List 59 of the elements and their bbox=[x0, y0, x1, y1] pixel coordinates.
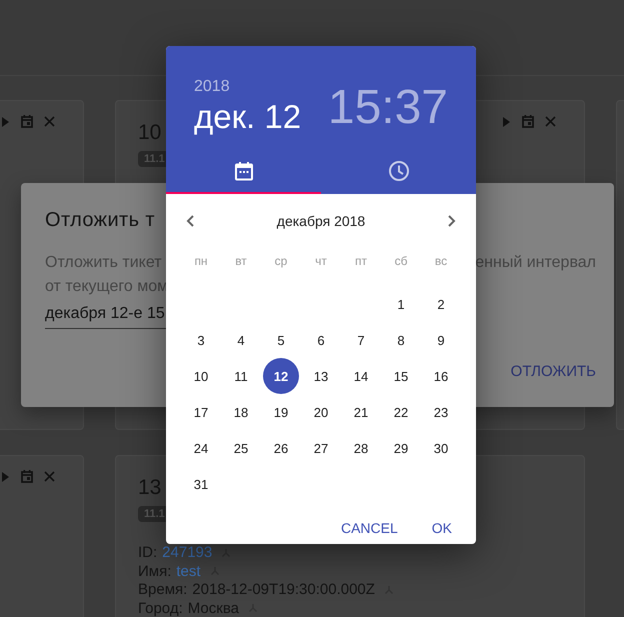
calendar-icon[interactable] bbox=[21, 115, 33, 128]
calendar-day[interactable]: 21 bbox=[343, 394, 379, 430]
calendar-day[interactable]: 14 bbox=[343, 358, 379, 394]
calendar-icon[interactable] bbox=[21, 470, 33, 483]
calendar-icon bbox=[234, 161, 254, 181]
date-label[interactable]: дек. 12 bbox=[194, 98, 302, 136]
calendar-day[interactable]: 30 bbox=[423, 430, 459, 466]
calendar-day[interactable]: 15 bbox=[383, 358, 419, 394]
calendar-day[interactable]: 1 bbox=[383, 286, 419, 322]
calendar-day[interactable]: 31 bbox=[183, 466, 219, 502]
calendar-day[interactable]: 27 bbox=[303, 430, 339, 466]
play-icon[interactable] bbox=[1, 116, 10, 126]
chevron-right-icon[interactable] bbox=[448, 215, 456, 227]
calendar-day[interactable]: 6 bbox=[303, 322, 339, 358]
calendar-day[interactable]: 20 bbox=[303, 394, 339, 430]
calendar-day[interactable]: 18 bbox=[223, 394, 259, 430]
calendar-day[interactable]: 23 bbox=[423, 394, 459, 430]
calendar-day[interactable]: 25 bbox=[223, 430, 259, 466]
calendar-icon[interactable] bbox=[522, 115, 534, 128]
play-icon[interactable] bbox=[502, 116, 511, 126]
calendar-day[interactable]: 29 bbox=[383, 430, 419, 466]
calendar-day[interactable]: 17 bbox=[183, 394, 219, 430]
calendar-day[interactable]: 16 bbox=[423, 358, 459, 394]
year-label[interactable]: 2018 bbox=[194, 78, 302, 96]
calendar-day[interactable]: 24 bbox=[183, 430, 219, 466]
calendar-day[interactable]: 9 bbox=[423, 322, 459, 358]
weekday-label: вс bbox=[434, 254, 448, 268]
calendar-day[interactable]: 22 bbox=[383, 394, 419, 430]
calendar-day[interactable]: 8 bbox=[383, 322, 419, 358]
dialog-title: Отложить т bbox=[45, 209, 155, 232]
ok-button[interactable]: OK bbox=[424, 514, 460, 542]
weekday-label: ср bbox=[274, 254, 288, 268]
calendar-day[interactable]: 13 bbox=[303, 358, 339, 394]
dialog-text: Отложить тикет bbox=[45, 254, 162, 272]
weekday-label: пт bbox=[354, 254, 368, 268]
calendar-day[interactable]: 4 bbox=[223, 322, 259, 358]
calendar-day[interactable]: 5 bbox=[263, 322, 299, 358]
calendar-day[interactable]: 28 bbox=[343, 430, 379, 466]
weekday-label: пн bbox=[193, 254, 209, 268]
calendar-day[interactable]: 3 bbox=[183, 322, 219, 358]
clock-icon bbox=[388, 160, 410, 182]
weekday-label: сб bbox=[394, 254, 408, 268]
dialog-text: енный интервал bbox=[475, 254, 596, 272]
chevron-left-icon[interactable] bbox=[186, 215, 194, 227]
calendar-day[interactable]: 26 bbox=[263, 430, 299, 466]
calendar-day[interactable]: 11 bbox=[223, 358, 259, 394]
month-label: декабря 2018 bbox=[276, 213, 366, 229]
calendar-day[interactable]: 12 bbox=[263, 358, 299, 394]
calendar-day[interactable]: 10 bbox=[183, 358, 219, 394]
play-icon[interactable] bbox=[1, 472, 10, 482]
close-icon[interactable] bbox=[44, 116, 55, 127]
weekday-label: вт bbox=[234, 254, 248, 268]
close-icon[interactable] bbox=[44, 471, 55, 482]
calendar-day[interactable]: 2 bbox=[423, 286, 459, 322]
calendar-day[interactable]: 7 bbox=[343, 322, 379, 358]
calendar-day[interactable]: 19 bbox=[263, 394, 299, 430]
cancel-button[interactable]: CANCEL bbox=[332, 514, 406, 542]
close-icon[interactable] bbox=[545, 116, 556, 127]
weekday-label: чт bbox=[314, 254, 328, 268]
